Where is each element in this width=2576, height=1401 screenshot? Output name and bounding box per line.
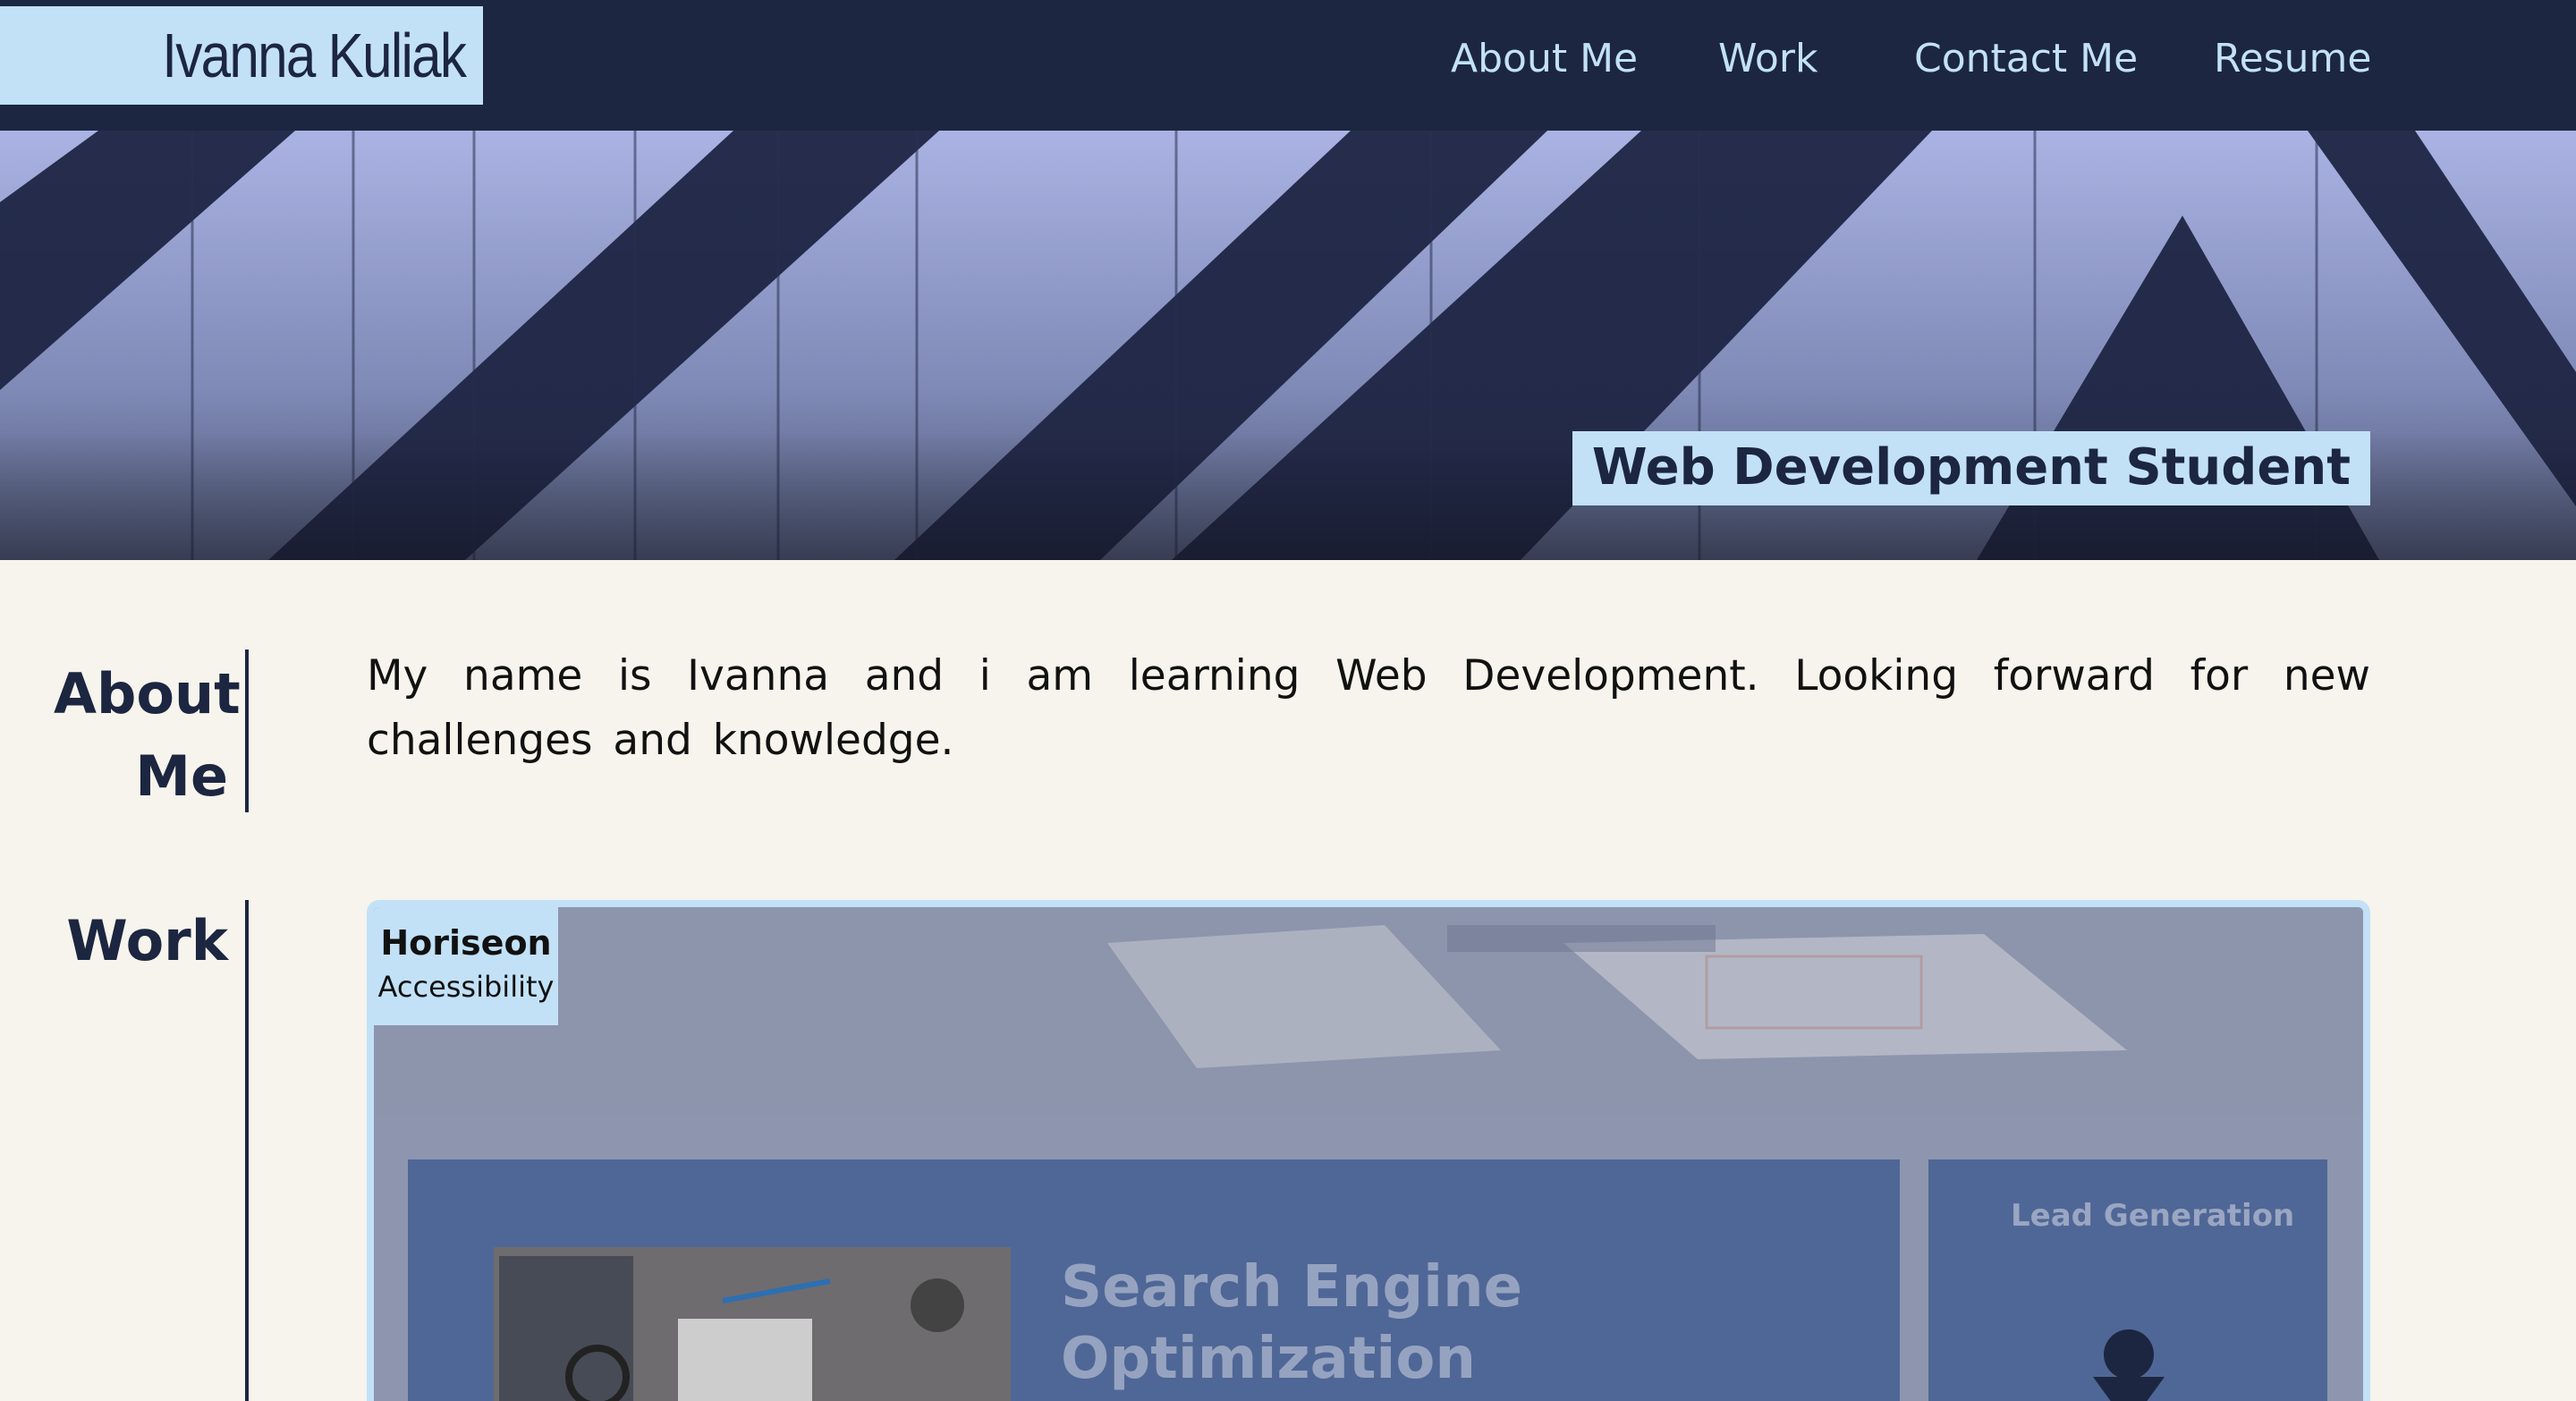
screenshot-seo-heading: Search Engine Optimization — [1061, 1254, 1523, 1392]
about-heading-line1: About — [54, 661, 241, 726]
project-title: Horiseon — [380, 923, 552, 963]
about-body: My name is Ivanna and i am learning Web … — [367, 651, 2370, 765]
site-header: Ivanna Kuliak About Me Work Contact Me R… — [0, 0, 2576, 131]
nav-resume[interactable]: Resume — [2214, 36, 2371, 81]
work-divider — [245, 900, 249, 1401]
about-heading: About Me — [54, 653, 241, 818]
nav-work[interactable]: Work — [1718, 36, 1818, 81]
screenshot-lead-heading: Lead Generation — [2011, 1198, 2295, 1234]
nav-contact-me[interactable]: Contact Me — [1914, 36, 2138, 81]
about-divider — [245, 650, 249, 812]
brand-name[interactable]: Ivanna Kuliak — [162, 20, 467, 91]
brand-box: Ivanna Kuliak — [0, 6, 483, 105]
nav-about-me[interactable]: About Me — [1451, 36, 1638, 81]
hero-subtitle-box: Web Development Student — [1572, 431, 2370, 505]
hero-banner: Web Development Student — [0, 131, 2576, 560]
work-heading: Work — [66, 908, 228, 973]
project-card-horiseon[interactable]: Search Engine Optimization Lead Generati… — [367, 900, 2370, 1401]
about-heading-line2: Me — [135, 743, 228, 809]
hero-subtitle: Web Development Student — [1591, 438, 2351, 497]
project-badge: Horiseon Accessibility — [374, 907, 558, 1025]
project-subtitle: Accessibility — [377, 970, 555, 1004]
